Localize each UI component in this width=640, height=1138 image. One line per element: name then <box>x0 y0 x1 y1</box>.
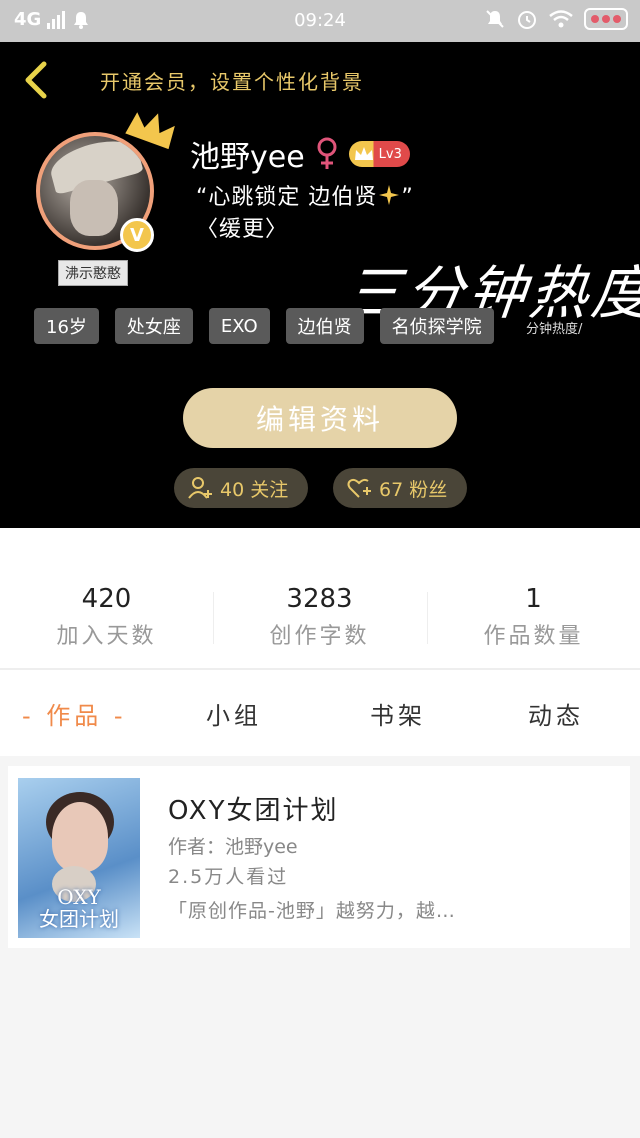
profile-tabs: - 作品 - 小组 书架 动态 <box>0 670 640 756</box>
fans-button[interactable]: 67 粉丝 <box>333 468 467 508</box>
tag-idol[interactable]: 边伯贤 <box>285 308 364 344</box>
stat-label: 加入天数 <box>56 624 157 649</box>
tag-zodiac[interactable]: 处女座 <box>114 308 193 344</box>
tag-show[interactable]: 名侦探学院 <box>379 308 494 344</box>
tag-exo[interactable]: EXO <box>208 308 270 344</box>
fans-count: 67 粉丝 <box>379 478 448 501</box>
mute-icon <box>486 10 504 28</box>
tab-group[interactable]: 小组 <box>206 696 262 731</box>
bio-line-2: 〈缓更〉 <box>196 217 289 242</box>
following-button[interactable]: 40 关注 <box>174 468 308 508</box>
edit-profile-button[interactable]: 编辑资料 <box>183 388 457 448</box>
tag-list: 16岁 处女座 EXO 边伯贤 名侦探学院 <box>34 308 494 344</box>
username-row: 池野yee Lv3 <box>190 132 410 176</box>
signature-sub: 分钟热度/ <box>526 322 583 337</box>
battery-icon <box>584 8 628 30</box>
work-views: 2.5万人看过 <box>168 866 289 888</box>
book-cover: OXY 女团计划 <box>18 778 140 938</box>
sparkle-icon <box>379 185 400 205</box>
stat-value: 1 <box>525 584 542 614</box>
stat-works-count: 1 作品数量 <box>427 584 640 650</box>
username: 池野yee <box>190 140 305 175</box>
status-bar: 4G 09:24 <box>0 0 640 42</box>
stat-value: 420 <box>81 584 132 614</box>
stats-bar: 420 加入天数 3283 创作字数 1 作品数量 <box>0 528 640 668</box>
cover-title: OXY 女团计划 <box>39 885 119 931</box>
bio-line-1: “心跳锁定 边伯贤 <box>196 185 378 210</box>
add-user-icon <box>188 477 212 499</box>
level-crown-icon <box>354 147 373 160</box>
tag-age[interactable]: 16岁 <box>34 308 99 344</box>
wifi-icon <box>549 10 573 28</box>
alarm-icon <box>518 11 536 29</box>
tab-works[interactable]: - 作品 - <box>22 696 127 731</box>
stat-label: 作品数量 <box>483 624 584 649</box>
work-description: 「原创作品-池野」越努力，越… <box>168 900 456 922</box>
tab-bookshelf[interactable]: 书架 <box>370 696 426 731</box>
work-title: OXY女团计划 <box>168 796 339 826</box>
verified-badge-icon: V <box>120 218 154 252</box>
back-arrow-icon[interactable] <box>18 60 54 100</box>
level-text: Lv3 <box>378 146 402 162</box>
stat-word-count: 3283 创作字数 <box>213 584 426 650</box>
stat-label: 创作字数 <box>269 624 370 649</box>
crown-icon <box>125 112 175 150</box>
heart-plus-icon <box>347 478 371 498</box>
avatar-caption: 沸示憨憨 <box>58 260 128 286</box>
profile-header: 开通会员，设置个性化背景 V 沸示憨憨 池野yee Lv3 “心跳锁定 边伯贤 ”… <box>0 42 640 528</box>
bio: “心跳锁定 边伯贤 ” 〈缓更〉 <box>196 182 414 246</box>
work-card[interactable]: OXY 女团计划 OXY女团计划 作者：池野yee 2.5万人看过 「原创作品-… <box>8 766 630 948</box>
stat-value: 3283 <box>286 584 353 614</box>
stat-days-joined: 420 加入天数 <box>0 584 213 650</box>
status-right <box>484 8 628 30</box>
level-badge: Lv3 <box>348 141 410 167</box>
bio-line-1-end: ” <box>401 185 414 210</box>
following-count: 40 关注 <box>220 478 289 501</box>
work-author: 作者：池野yee <box>168 836 298 858</box>
tab-moments[interactable]: 动态 <box>528 696 584 731</box>
female-icon <box>317 137 337 169</box>
vip-background-hint[interactable]: 开通会员，设置个性化背景 <box>100 66 364 95</box>
